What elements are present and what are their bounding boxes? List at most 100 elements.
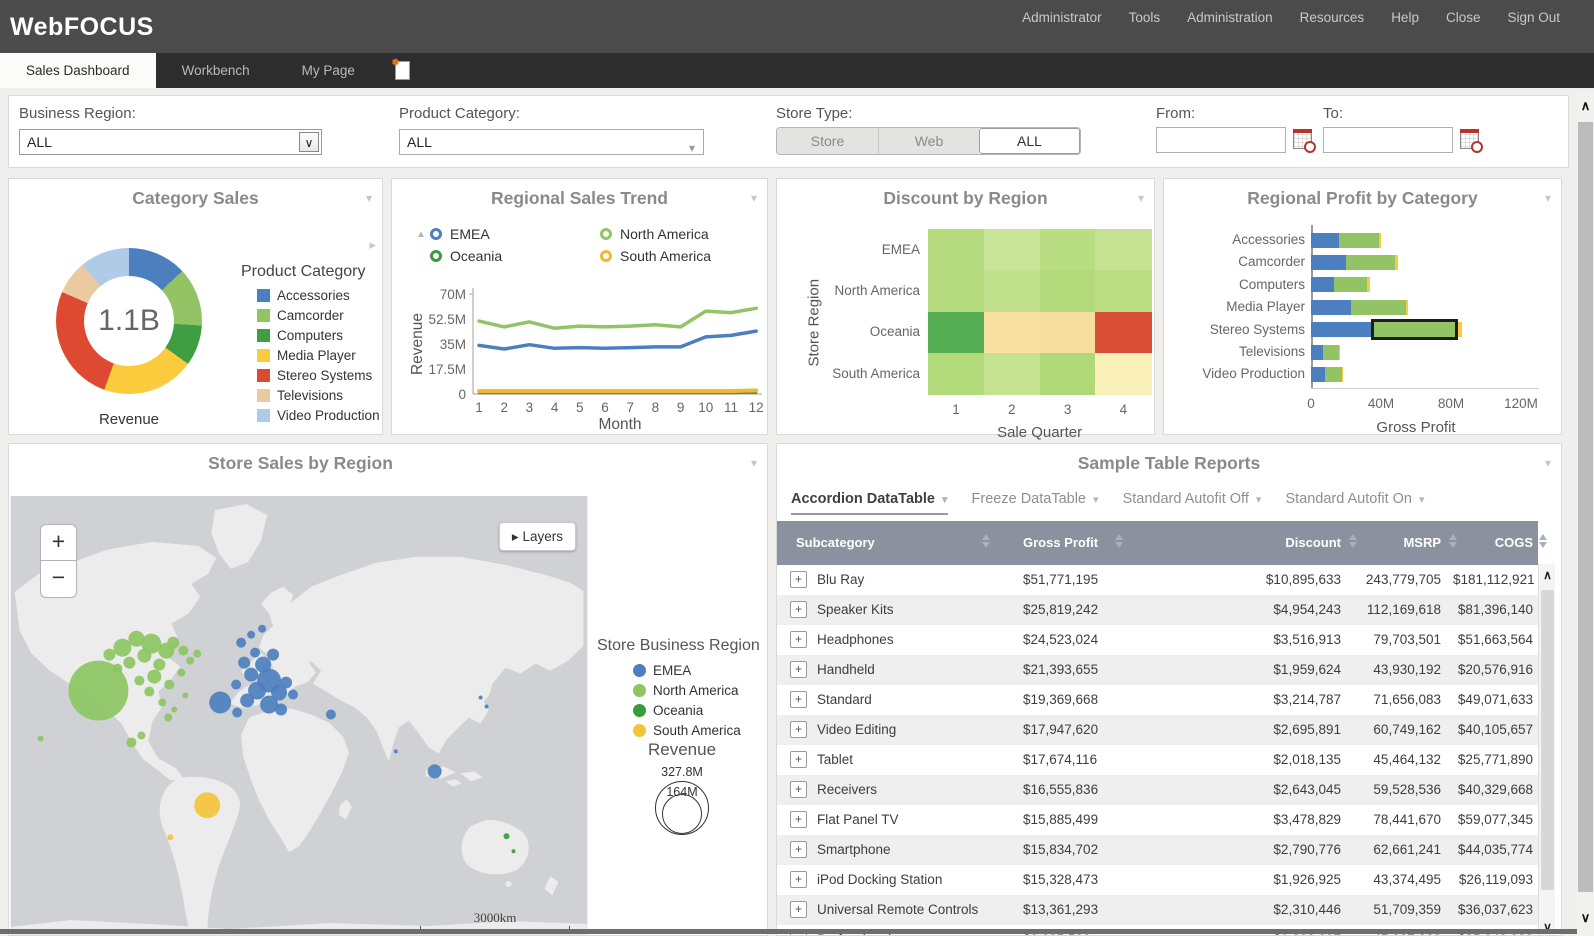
sort-icon-gross-profit[interactable]	[1115, 534, 1125, 548]
zoom-in-button[interactable]: +	[40, 524, 77, 561]
store-bubble-north-america[interactable]	[177, 669, 185, 677]
product-category-combo[interactable]: ALL ▾	[399, 129, 704, 155]
panel-menu-caret-icon[interactable]: ▾	[366, 191, 372, 205]
heatmap-cell-oceania-q2[interactable]	[984, 312, 1040, 354]
legend-item-south-america[interactable]: South America	[633, 720, 741, 740]
bar-segment-emea[interactable]	[1311, 300, 1351, 315]
store-bubble-north-america[interactable]	[113, 639, 131, 657]
store-bubble-emea[interactable]	[238, 657, 250, 669]
bar-segment-south-america[interactable]	[1395, 255, 1398, 270]
store-type-store[interactable]: Store	[777, 128, 878, 154]
heatmap-cell-south-america-q2[interactable]	[984, 353, 1040, 395]
store-bubble-north-america[interactable]	[126, 737, 136, 747]
store-bubble-emea[interactable]	[288, 690, 298, 700]
store-bubble-north-america[interactable]	[147, 670, 161, 684]
store-type-web[interactable]: Web	[878, 128, 979, 154]
table-row-blu-ray[interactable]: +Blu Ray$51,771,195$10,895,633243,779,70…	[777, 565, 1538, 595]
store-bubble-north-america[interactable]	[38, 735, 44, 741]
expand-row-icon[interactable]: +	[790, 631, 807, 648]
store-bubble-north-america[interactable]	[153, 659, 165, 671]
store-bubble-emea[interactable]	[428, 764, 442, 778]
store-bubble-emea[interactable]	[394, 749, 398, 753]
store-bubble-north-america[interactable]	[123, 657, 135, 669]
bar-televisions[interactable]	[1311, 341, 1340, 363]
table-row-tablet[interactable]: +Tablet$17,674,116$2,018,13545,464,132$2…	[777, 745, 1538, 775]
bar-segment-north-america[interactable]	[1323, 345, 1339, 360]
store-bubble-north-america[interactable]	[193, 650, 201, 658]
legend-item-emea[interactable]: EMEA	[633, 660, 741, 680]
new-page-icon[interactable]: ✹	[395, 61, 410, 80]
bar-segment-emea[interactable]	[1311, 277, 1334, 292]
table-row-handheld[interactable]: +Handheld$21,393,655$1,959,62443,930,192…	[777, 655, 1538, 685]
store-bubble-emea[interactable]	[247, 631, 255, 639]
heatmap-cell-oceania-q3[interactable]	[1040, 312, 1096, 354]
store-bubble-north-america[interactable]	[103, 649, 115, 661]
store-bubble-emea[interactable]	[479, 696, 483, 700]
store-bubble-north-america[interactable]	[182, 693, 188, 699]
store-bubble-emea[interactable]	[267, 649, 279, 661]
bar-segment-north-america[interactable]	[1339, 233, 1379, 248]
store-bubble-emea[interactable]	[231, 680, 241, 690]
expand-row-icon[interactable]: +	[790, 571, 807, 588]
table-row-flat-panel-tv[interactable]: +Flat Panel TV$15,885,499$3,478,82978,44…	[777, 805, 1538, 835]
heatmap-cell-emea-q4[interactable]	[1095, 229, 1151, 271]
legend-item-camcorder[interactable]: Camcorder	[257, 305, 380, 325]
expand-row-icon[interactable]: +	[790, 841, 807, 858]
heatmap-cell-north-america-q1[interactable]	[928, 270, 984, 312]
table-scrollbar-thumb[interactable]	[1541, 590, 1554, 890]
from-date-input[interactable]	[1156, 127, 1286, 153]
legend-item-media-player[interactable]: Media Player	[257, 345, 380, 365]
column-header-msrp[interactable]: MSRP	[1361, 521, 1441, 565]
bar-segment-emea[interactable]	[1311, 367, 1325, 382]
bar-camcorder[interactable]	[1311, 251, 1398, 273]
bar-segment-south-america[interactable]	[1342, 367, 1343, 382]
store-bubble-emea[interactable]	[244, 668, 258, 682]
tab-workbench[interactable]: Workbench	[156, 53, 276, 88]
legend-item-video-production[interactable]: Video Production	[257, 405, 380, 425]
table-row-video-editing[interactable]: +Video Editing$17,947,620$2,695,89160,74…	[777, 715, 1538, 745]
bar-segment-emea[interactable]	[1311, 345, 1323, 360]
bar-segment-north-america[interactable]	[1334, 277, 1367, 292]
tab-sales-dashboard[interactable]: Sales Dashboard	[0, 53, 156, 88]
heatmap-cell-south-america-q4[interactable]	[1095, 353, 1151, 395]
store-type-all[interactable]: ALL	[979, 128, 1080, 154]
bar-video-production[interactable]	[1311, 363, 1343, 385]
table-row-speaker-kits[interactable]: +Speaker Kits$25,819,242$4,954,243112,16…	[777, 595, 1538, 625]
heatmap-cell-emea-q3[interactable]	[1040, 229, 1096, 271]
heatmap-cell-emea-q2[interactable]	[984, 229, 1040, 271]
table-row-universal-remote-controls[interactable]: +Universal Remote Controls$13,361,293$2,…	[777, 895, 1538, 925]
heatmap-cell-north-america-q4[interactable]	[1095, 270, 1151, 312]
series-line-north-america[interactable]	[479, 308, 756, 328]
table-row-smartphone[interactable]: +Smartphone$15,834,702$2,790,77662,661,2…	[777, 835, 1538, 865]
series-line-south-america[interactable]	[479, 390, 756, 391]
store-bubble-emea[interactable]	[280, 677, 292, 689]
store-bubble-north-america[interactable]	[164, 714, 172, 722]
store-bubble-north-america[interactable]	[158, 699, 166, 707]
legend-item-oceania[interactable]: Oceania	[633, 700, 741, 720]
table-row-receivers[interactable]: +Receivers$16,555,836$2,643,04559,528,53…	[777, 775, 1538, 805]
store-bubble-south-america[interactable]	[167, 834, 173, 840]
panel-menu-caret-icon[interactable]: ▾	[1545, 191, 1551, 205]
menu-item-resources[interactable]: Resources	[1300, 10, 1365, 25]
table-row-standard[interactable]: +Standard$19,369,668$3,214,78771,656,083…	[777, 685, 1538, 715]
sort-icon-discount[interactable]	[1349, 534, 1359, 548]
store-bubble-oceania[interactable]	[512, 849, 516, 853]
datatable-tab-standard-autofit-off[interactable]: Standard Autofit Off ▾	[1123, 491, 1262, 515]
column-header-subcategory[interactable]: Subcategory	[796, 521, 976, 565]
heatmap-cell-emea-q1[interactable]	[928, 229, 984, 271]
scroll-up-icon[interactable]: ∧	[1539, 568, 1556, 582]
bar-computers[interactable]	[1311, 274, 1370, 296]
bar-segment-north-america[interactable]	[1371, 319, 1459, 340]
bar-segment-south-america[interactable]	[1406, 300, 1409, 315]
store-bubble-emea[interactable]	[326, 710, 336, 720]
column-header-discount[interactable]: Discount	[1187, 521, 1341, 565]
expand-row-icon[interactable]: +	[790, 781, 807, 798]
legend-item-north-america[interactable]: North America	[633, 680, 741, 700]
from-calendar-icon[interactable]	[1293, 129, 1312, 149]
bar-segment-north-america[interactable]	[1346, 255, 1395, 270]
store-bubble-emea[interactable]	[485, 705, 489, 709]
heatmap-cell-oceania-q4[interactable]	[1095, 312, 1151, 354]
table-row-headphones[interactable]: +Headphones$24,523,024$3,516,91379,703,5…	[777, 625, 1538, 655]
table-row-ipod-docking-station[interactable]: +iPod Docking Station$15,328,473$1,926,9…	[777, 865, 1538, 895]
datatable-tab-standard-autofit-on[interactable]: Standard Autofit On ▾	[1285, 491, 1424, 515]
